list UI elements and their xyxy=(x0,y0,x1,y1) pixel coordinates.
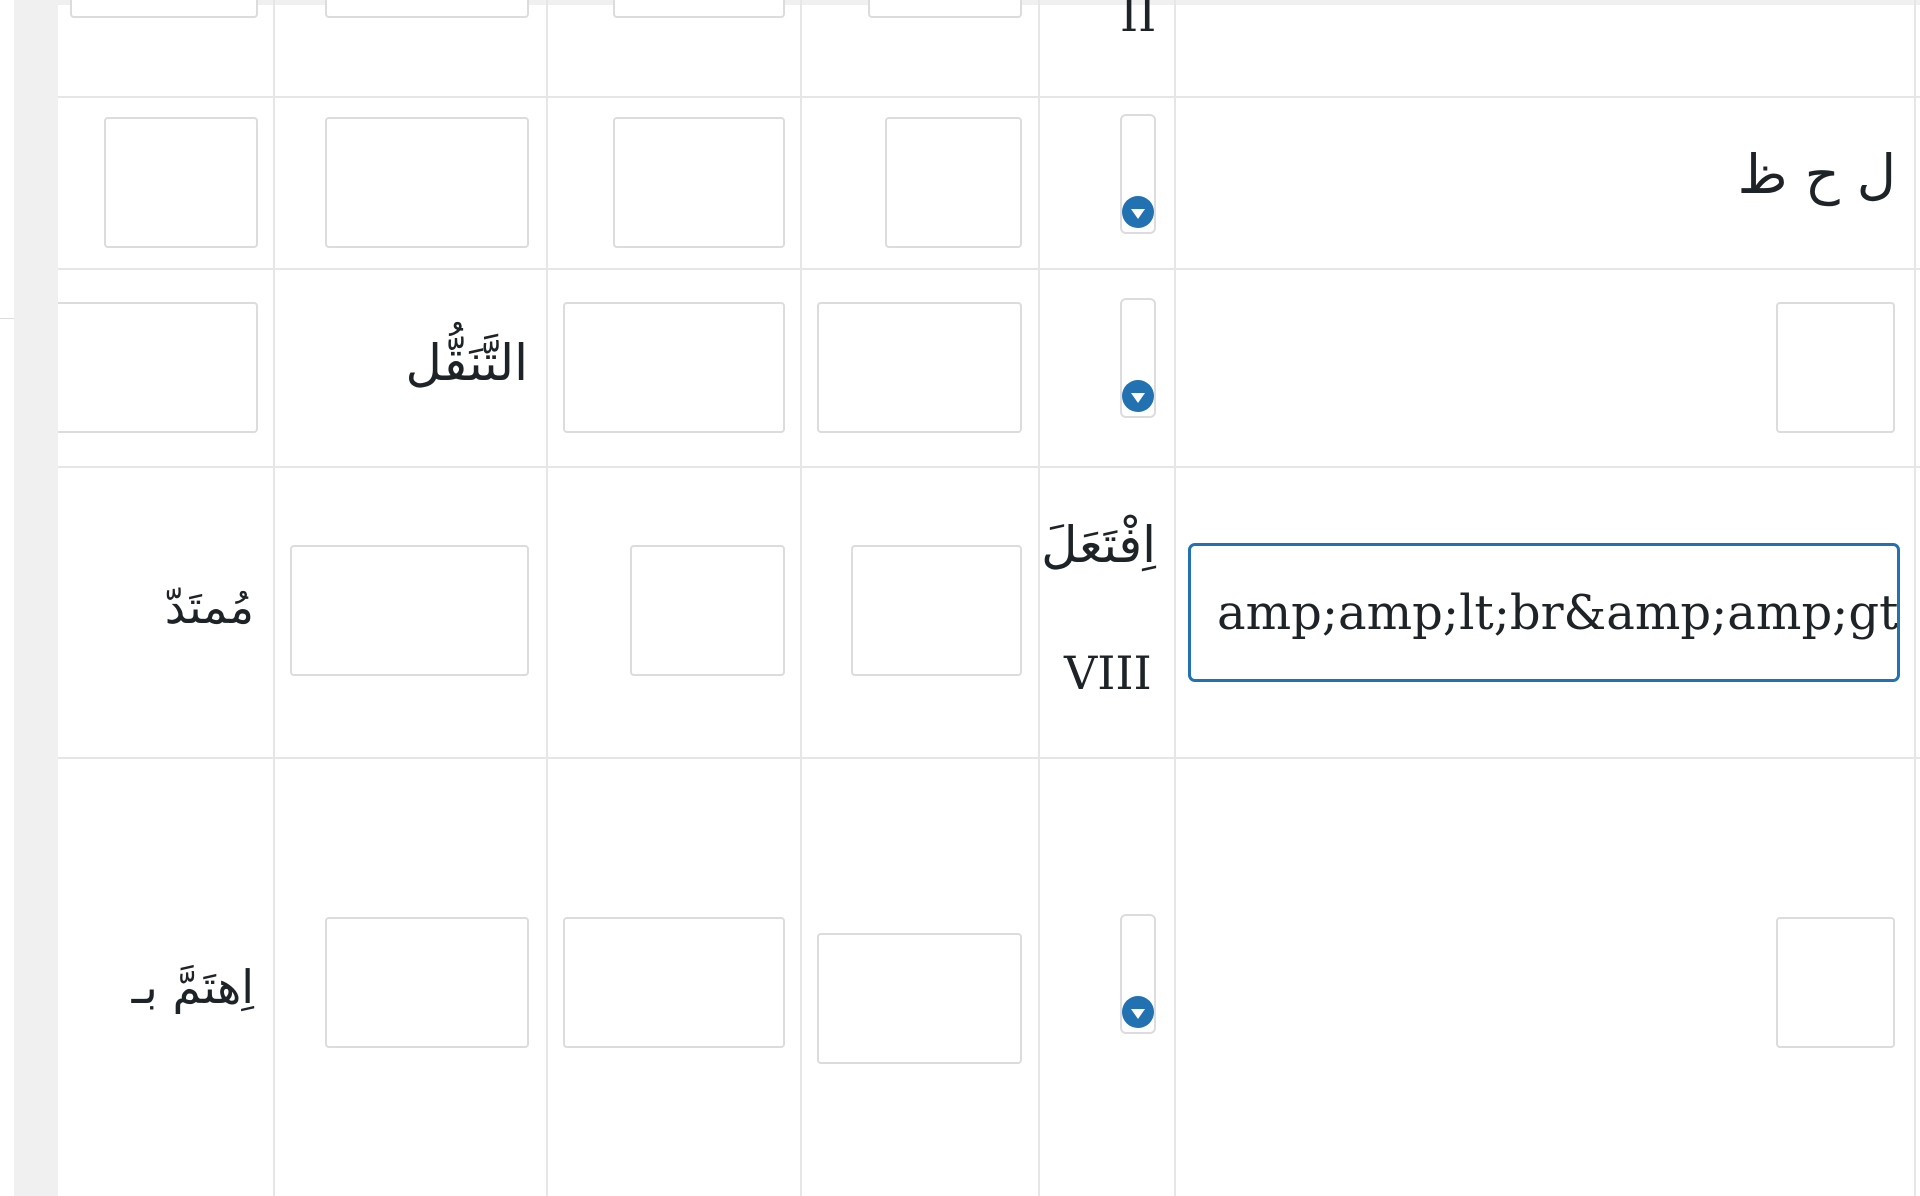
table-row-divider xyxy=(58,96,1920,98)
text-input[interactable] xyxy=(630,545,785,676)
text-input[interactable] xyxy=(1776,917,1895,1048)
chevron-down-circle-icon[interactable] xyxy=(1122,196,1154,228)
text-input[interactable] xyxy=(325,117,529,248)
text-input[interactable] xyxy=(563,917,785,1048)
table-row-divider xyxy=(58,757,1920,759)
table-col-divider xyxy=(1174,0,1176,1196)
table-col-divider xyxy=(273,0,275,1196)
divider xyxy=(0,318,14,319)
verb: اِهتَمَّ بـ xyxy=(131,960,254,1014)
text-input[interactable] xyxy=(563,302,785,433)
table-col-divider xyxy=(546,0,548,1196)
chevron-down-circle-icon[interactable] xyxy=(1122,380,1154,412)
text-input[interactable] xyxy=(613,117,785,248)
text-input[interactable] xyxy=(58,302,258,433)
chevron-down-circle-icon[interactable] xyxy=(1122,996,1154,1028)
text-input[interactable] xyxy=(868,0,1022,18)
table-row-divider xyxy=(58,268,1920,270)
text-input[interactable] xyxy=(817,933,1022,1064)
form-number: II xyxy=(1120,0,1157,42)
text-input[interactable] xyxy=(1776,302,1895,433)
table-edge xyxy=(1914,0,1916,1196)
admin-sidebar-edge xyxy=(0,0,14,1196)
text-input[interactable] xyxy=(104,117,258,248)
table-row-divider xyxy=(58,466,1920,468)
text-input[interactable] xyxy=(325,917,529,1048)
verbal-noun: التَّنَقُّل xyxy=(405,334,528,392)
form-arabic: اِفْتَعَلَ xyxy=(1041,516,1156,574)
root-input-focused[interactable]: amp;amp;lt;br&amp;amp;gt& xyxy=(1188,543,1900,682)
root-letters: ل ح ظ xyxy=(1737,143,1896,206)
participle: مُمتَدّ xyxy=(164,580,254,634)
text-input[interactable] xyxy=(325,0,529,18)
text-input[interactable] xyxy=(613,0,785,18)
text-input[interactable] xyxy=(817,302,1022,433)
form-number: VIII xyxy=(1064,646,1152,700)
text-input[interactable] xyxy=(885,117,1022,248)
table-col-divider xyxy=(800,0,802,1196)
text-input[interactable] xyxy=(70,0,258,18)
text-input[interactable] xyxy=(290,545,529,676)
table-col-divider xyxy=(1038,0,1040,1196)
text-input[interactable] xyxy=(851,545,1022,676)
